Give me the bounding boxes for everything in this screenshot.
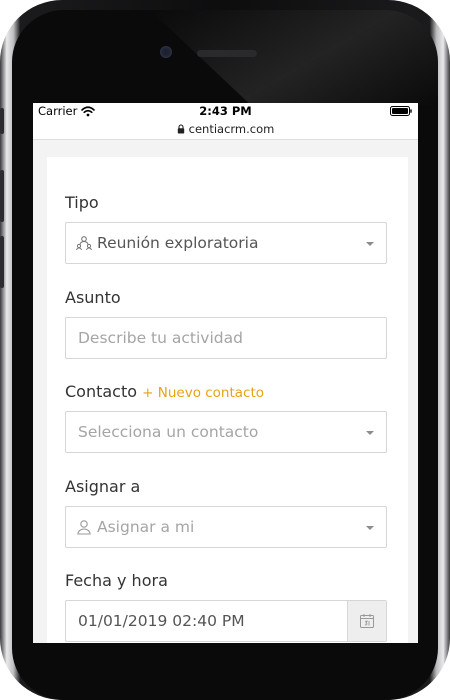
tipo-select[interactable]: Reunión exploratoria (65, 222, 387, 264)
status-time: 2:43 PM (199, 104, 252, 118)
fecha-input[interactable]: 01/01/2019 02:40 PM (65, 600, 387, 642)
new-contact-link[interactable]: + Nuevo contacto (142, 385, 264, 401)
meeting-icon (76, 236, 92, 251)
fecha-label: Fecha y hora (65, 571, 168, 590)
activity-form: Tipo Reunión exploratoria Asunto Describ (47, 157, 408, 643)
mute-switch (0, 108, 4, 134)
tipo-selected: Reunión exploratoria (76, 234, 258, 252)
contacto-label: Contacto (65, 382, 138, 401)
status-bar: Carrier 2:43 PM (33, 103, 418, 121)
asignar-label: Asignar a (65, 477, 141, 496)
tipo-value: Reunión exploratoria (97, 234, 259, 252)
front-camera (160, 46, 172, 58)
phone-frame: Carrier 2:43 PM centiacrm.com Tipo Reuni… (0, 0, 450, 700)
user-icon (77, 520, 91, 535)
volume-up-button (0, 170, 4, 222)
chevron-down-icon (366, 431, 374, 435)
asignar-selected: Asignar a mi (76, 518, 194, 536)
asunto-placeholder: Describe tu actividad (78, 329, 243, 347)
fecha-value: 01/01/2019 02:40 PM (78, 612, 245, 630)
earpiece-speaker (197, 50, 257, 57)
battery-icon (390, 106, 412, 116)
asignar-value: Asignar a mi (97, 518, 195, 536)
calendar-button[interactable] (347, 601, 386, 641)
volume-down-button (0, 236, 4, 288)
asignar-select[interactable]: Asignar a mi (65, 506, 387, 548)
browser-address-bar[interactable]: centiacrm.com (33, 121, 418, 140)
chevron-down-icon (366, 242, 374, 246)
chevron-down-icon (366, 526, 374, 530)
contacto-select[interactable]: Selecciona un contacto (65, 411, 387, 453)
tipo-label: Tipo (65, 193, 99, 212)
asunto-input[interactable]: Describe tu actividad (65, 317, 387, 359)
phone-screen: Carrier 2:43 PM centiacrm.com Tipo Reuni… (33, 103, 418, 643)
lock-icon (177, 124, 184, 134)
calendar-icon (360, 614, 374, 628)
contacto-placeholder: Selecciona un contacto (78, 423, 259, 441)
asunto-label: Asunto (65, 288, 121, 307)
url-text: centiacrm.com (188, 122, 275, 136)
contacto-label-row: Contacto + Nuevo contacto (65, 382, 264, 401)
